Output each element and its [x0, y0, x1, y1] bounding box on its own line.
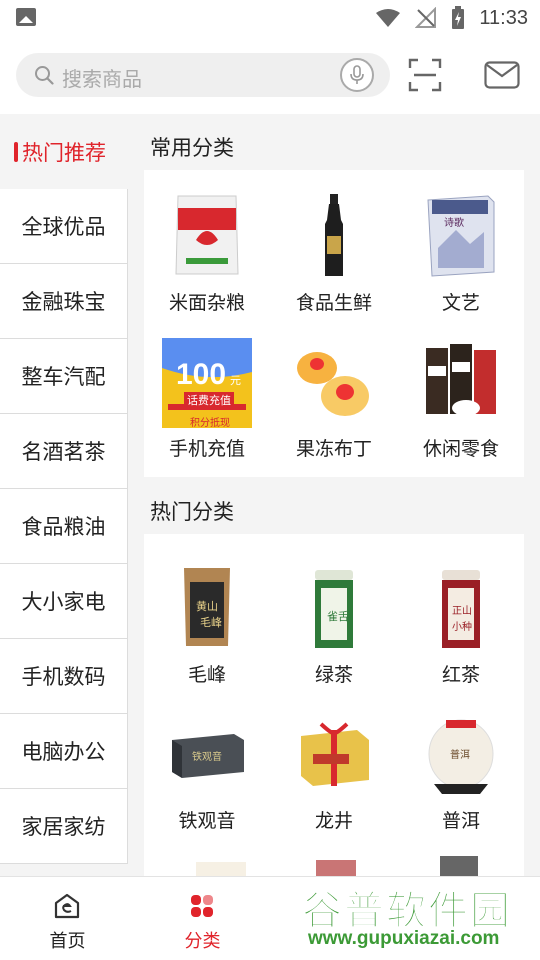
- category-label: 红茶: [441, 664, 480, 686]
- category-label: 手机充值: [168, 438, 245, 460]
- sidebar-item-digital[interactable]: 手机数码: [0, 639, 128, 714]
- sidebar-item-auto[interactable]: 整车汽配: [0, 339, 128, 414]
- search-icon: [35, 66, 54, 85]
- jelly-icon: [291, 338, 377, 424]
- svg-text:铁观音: 铁观音: [192, 750, 222, 763]
- category-label: 休闲零食: [422, 438, 499, 460]
- svg-text:普洱: 普洱: [450, 748, 470, 761]
- recharge-subtitle: 话费充值: [184, 392, 234, 408]
- sidebar-item-hot[interactable]: 热门推荐: [0, 114, 128, 189]
- tea-bag-icon: 黄山毛峰: [164, 564, 250, 650]
- category-item-partial: [196, 862, 246, 876]
- green-tea-can-icon: 雀舌: [291, 564, 377, 650]
- sidebar-item-food[interactable]: 食品粮油: [0, 489, 128, 564]
- category-label: 文艺: [441, 292, 480, 314]
- voice-search-button[interactable]: [340, 58, 374, 92]
- watermark-url: www.gupuxiazai.com: [308, 928, 500, 949]
- common-category-card: 米面杂粮 食品生鲜 诗歌 文艺 100 元 话费充值 积分抵现 手机充值 果冻布…: [144, 170, 524, 477]
- battery-charging-icon: [452, 6, 465, 29]
- category-item[interactable]: 果冻布丁: [271, 338, 397, 461]
- oil-bottle-icon: [291, 192, 377, 278]
- category-label: 铁观音: [178, 810, 236, 832]
- snack-icon: [418, 338, 504, 424]
- category-item[interactable]: 正山 小种 红茶: [398, 564, 524, 687]
- sidebar-item-global[interactable]: 全球优品: [0, 189, 128, 264]
- book-box-icon: 诗歌: [418, 192, 504, 278]
- category-item[interactable]: 休闲零食: [398, 338, 524, 461]
- clock: 11:33: [479, 6, 528, 29]
- scan-icon[interactable]: [408, 58, 442, 92]
- category-item-partial: [316, 860, 356, 876]
- svg-text:黄山: 黄山: [196, 599, 218, 613]
- status-icons: 11:33: [375, 6, 528, 30]
- svg-text:正山: 正山: [452, 605, 472, 617]
- category-item[interactable]: 铁观音 铁观音: [144, 710, 270, 833]
- category-item[interactable]: 100 元 话费充值 积分抵现 手机充值: [144, 338, 270, 461]
- sidebar-item-jewelry[interactable]: 金融珠宝: [0, 264, 128, 339]
- category-label: 毛峰: [187, 664, 226, 686]
- sidebar-item-appliance[interactable]: 大小家电: [0, 564, 128, 639]
- microphone-icon: [350, 65, 364, 84]
- search-input[interactable]: 搜索商品: [16, 53, 390, 97]
- category-item[interactable]: 黄山毛峰 毛峰: [144, 564, 270, 687]
- watermark: 谷普软件园 www.gupuxiazai.com: [296, 878, 540, 960]
- category-item[interactable]: 龙井: [271, 710, 397, 833]
- recharge-badge: 积分抵现: [190, 418, 230, 429]
- search-placeholder: 搜索商品: [62, 67, 142, 91]
- category-label: 果冻布丁: [295, 438, 372, 460]
- status-bar: 11:33: [0, 0, 540, 36]
- nav-category[interactable]: 分类: [135, 877, 270, 960]
- sidebar-item-wine-tea[interactable]: 名酒茗茶: [0, 414, 128, 489]
- recharge-amount: 100: [176, 358, 227, 391]
- search-bar: 搜索商品: [0, 36, 540, 114]
- recharge-unit: 元: [230, 374, 241, 387]
- sidebar-item-office[interactable]: 电脑办公: [0, 714, 128, 789]
- recharge-card-icon: 100 元 话费充值 积分抵现: [162, 338, 252, 429]
- category-label: 米面杂粮: [168, 292, 245, 314]
- category-content: 常用分类 米面杂粮 食品生鲜 诗歌 文艺 100 元 话费充值 积分抵现 手机充…: [128, 114, 540, 876]
- category-label: 绿茶: [314, 664, 353, 686]
- nav-category-label: 分类: [184, 931, 221, 952]
- svg-text:诗歌: 诗歌: [444, 216, 464, 229]
- puer-cake-icon: 普洱: [418, 710, 504, 796]
- category-item[interactable]: 雀舌 绿茶: [271, 564, 397, 687]
- red-tea-can-icon: 正山 小种: [418, 564, 504, 650]
- section-title-hot: 热门分类: [150, 500, 234, 524]
- svg-text:毛峰: 毛峰: [200, 616, 222, 629]
- tea-box-icon: 铁观音: [164, 710, 250, 796]
- message-icon[interactable]: [484, 61, 520, 89]
- category-item[interactable]: 普洱 普洱: [398, 710, 524, 833]
- category-icon: [191, 895, 213, 917]
- category-label: 普洱: [441, 810, 480, 832]
- wifi-icon: [376, 9, 401, 27]
- sidebar-item-home[interactable]: 家居家纺: [0, 789, 128, 864]
- category-item-partial: [440, 856, 478, 876]
- category-sidebar: 热门推荐 全球优品 金融珠宝 整车汽配 名酒茗茶 食品粮油 大小家电 手机数码 …: [0, 114, 128, 876]
- hot-category-card: 黄山 毛峰 毛峰 雀舌 绿茶 正山 小种 红茶 铁观音 铁观音 龙井 普洱 普洱: [144, 534, 524, 876]
- category-item[interactable]: 米面杂粮: [144, 192, 270, 315]
- home-icon: [54, 893, 80, 919]
- category-label: 食品生鲜: [295, 292, 372, 314]
- nav-home-label: 首页: [49, 931, 86, 952]
- category-item[interactable]: 诗歌 文艺: [398, 192, 524, 315]
- section-title-common: 常用分类: [150, 136, 234, 160]
- gift-box-icon: [291, 710, 377, 796]
- svg-text:小种: 小种: [452, 620, 472, 633]
- no-signal-icon: [415, 7, 437, 28]
- nav-home[interactable]: 首页: [0, 877, 135, 960]
- category-item[interactable]: 食品生鲜: [271, 192, 397, 315]
- image-notification-icon: [16, 8, 36, 26]
- svg-text:雀舌: 雀舌: [327, 610, 349, 623]
- rice-bag-icon: [164, 192, 250, 278]
- category-label: 龙井: [314, 810, 353, 832]
